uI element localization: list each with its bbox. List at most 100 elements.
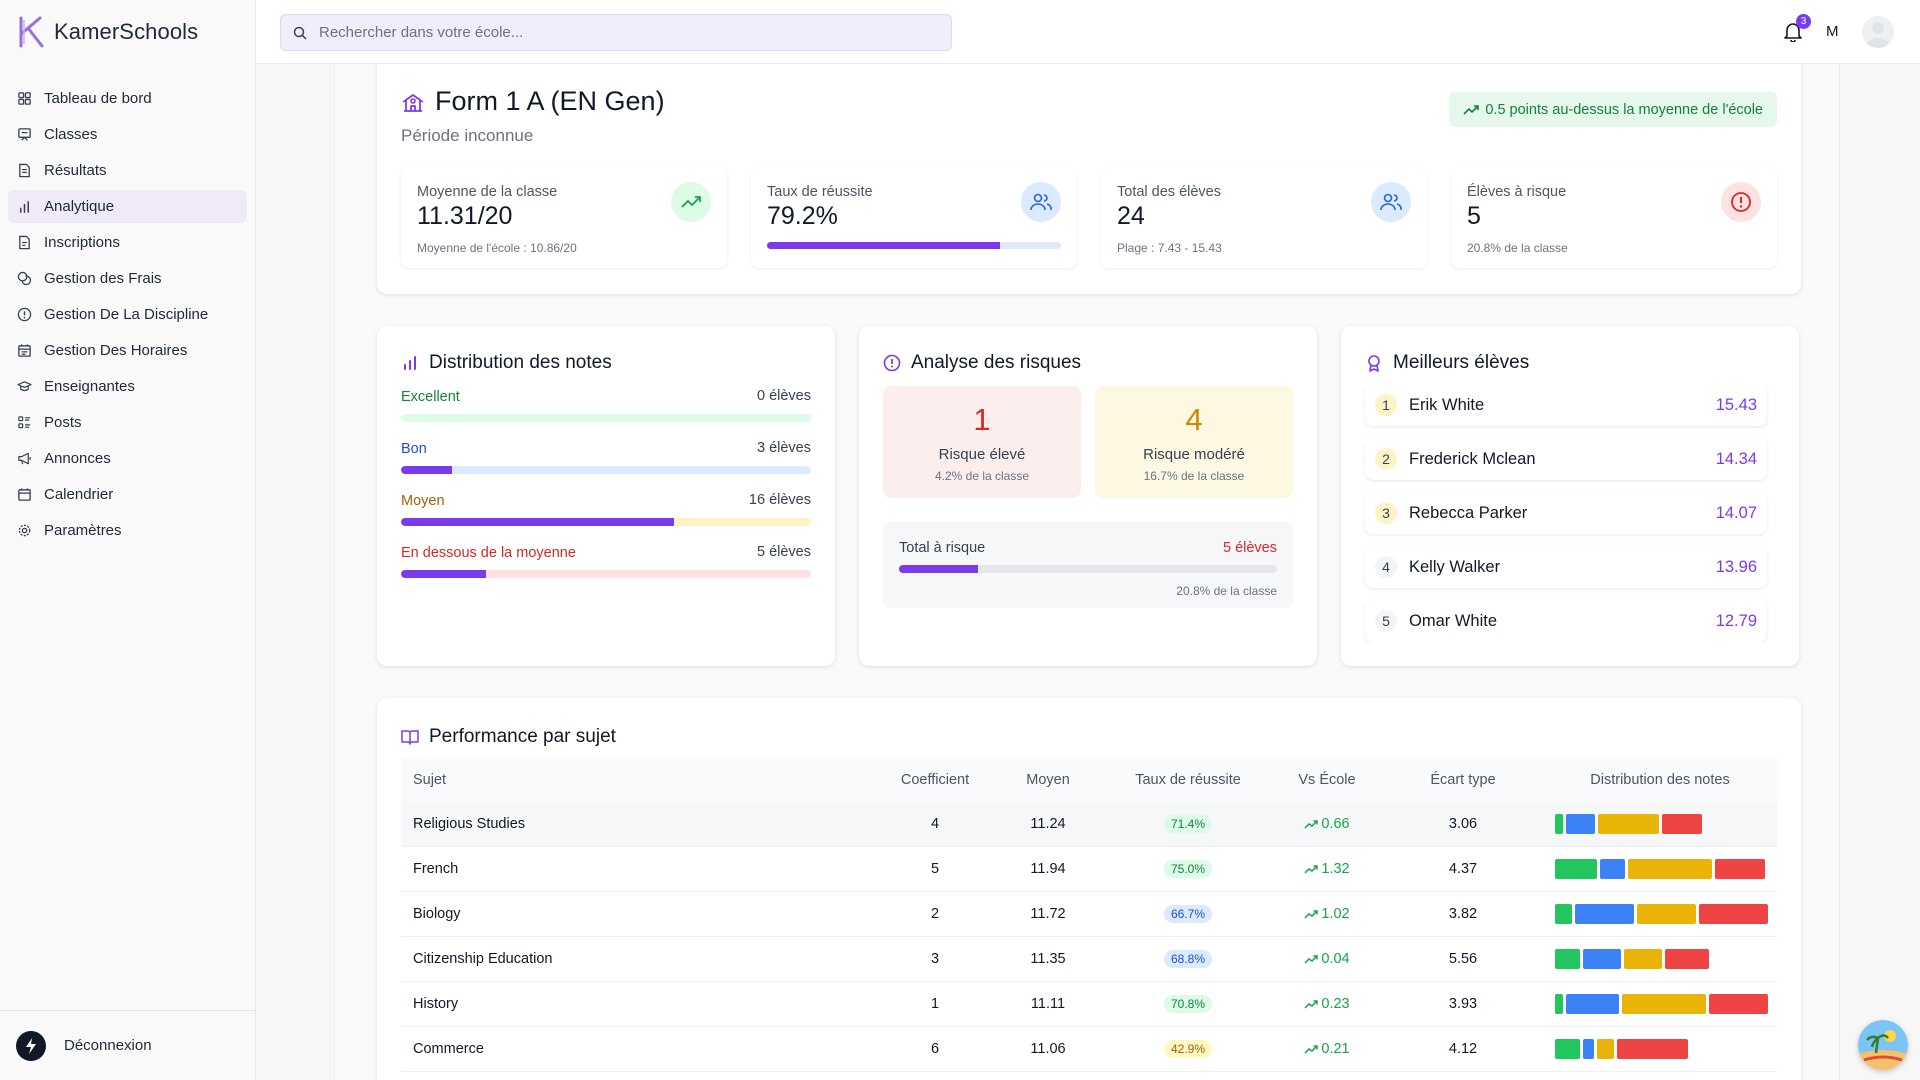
column-header[interactable]: Coefficient	[879, 772, 991, 788]
distribution-segment	[1624, 949, 1662, 969]
sidebar-item-enseignantes[interactable]: Enseignantes	[8, 370, 247, 403]
sidebar-nav: Tableau de bord Classes Résultats Analytiqu…	[0, 82, 255, 547]
user-avatar[interactable]	[1862, 16, 1894, 48]
sidebar-item-annonces[interactable]: Annonces	[8, 442, 247, 475]
vs-school-value: 0.23	[1321, 995, 1350, 1012]
student-name: Erik White	[1409, 395, 1485, 414]
student-score: 12.79	[1715, 611, 1757, 630]
stat-sub: Plage : 7.43 - 15.43	[1117, 241, 1222, 255]
logout-button[interactable]: Déconnexion	[0, 1010, 255, 1080]
coefficient-cell: 5	[930, 861, 940, 877]
stat-label: Taux de réussite	[767, 184, 873, 200]
std-dev-cell: 5.56	[1448, 951, 1478, 967]
sidebar-item-analytique[interactable]: Analytique	[8, 190, 247, 223]
pass-rate-pill: 70.8%	[1163, 995, 1213, 1013]
graduation-cap-icon	[16, 379, 32, 395]
sidebar-item-tableau-de-bord[interactable]: Tableau de bord	[8, 82, 247, 115]
sidebar-item-label: Classes	[44, 126, 98, 143]
trending-up-icon	[1304, 819, 1319, 829]
distribution-stacked-bar	[1555, 904, 1777, 924]
sidebar-item-calendrier[interactable]: Calendrier	[8, 478, 247, 511]
average-cell: 11.94	[1030, 861, 1066, 877]
topbar: 3 M	[256, 0, 1920, 64]
class-summary-card: Form 1 A (EN Gen) Période inconnue 0.5 p…	[377, 64, 1801, 294]
top-student-row[interactable]: 4 Kelly Walker 13.96	[1365, 546, 1767, 588]
search-bar[interactable]	[280, 14, 952, 51]
coins-icon	[16, 271, 32, 287]
pass-rate-cell: 70.8%	[1105, 995, 1271, 1013]
column-header[interactable]: Distribution des notes	[1543, 772, 1777, 788]
table-row[interactable]: Biology 2 11.72 66.7% 1.02 3.82	[401, 892, 1777, 937]
rank-badge: 5	[1375, 610, 1397, 632]
rank-badge: 4	[1375, 556, 1397, 578]
total-risk-value: 5 élèves	[1222, 540, 1277, 556]
trending-up-icon	[1304, 954, 1319, 964]
book-open-icon	[401, 730, 419, 745]
distribution-count: 3 élèves	[756, 440, 811, 456]
logout-icon	[16, 1030, 46, 1061]
column-header[interactable]: Taux de réussite	[1105, 772, 1271, 788]
top-student-row[interactable]: 5 Omar White 12.79	[1365, 600, 1767, 642]
brand[interactable]: KamerSchools	[0, 0, 255, 64]
std-dev-cell: 3.06	[1448, 816, 1478, 832]
student-name: Rebecca Parker	[1409, 503, 1528, 522]
student-score: 13.96	[1715, 557, 1757, 576]
sidebar-item-inscriptions[interactable]: Inscriptions	[8, 226, 247, 259]
users-icon	[1371, 182, 1411, 222]
table-row[interactable]: Citizenship Education 3 11.35 68.8% 0.04 5.56	[401, 937, 1777, 982]
sidebar-item-param-tres[interactable]: Paramètres	[8, 514, 247, 547]
sidebar-item-posts[interactable]: Posts	[8, 406, 247, 439]
pass-rate-pill: 68.8%	[1163, 950, 1213, 968]
distribution-stacked-bar	[1555, 1039, 1777, 1059]
table-row[interactable]: Religious Studies 4 11.24 71.4% 0.66 3.06	[401, 802, 1777, 847]
distribution-title: Distribution des notes	[429, 352, 612, 373]
brand-name: KamerSchools	[54, 19, 199, 44]
sidebar-item-gestion-des-frais[interactable]: Gestion des Frais	[8, 262, 247, 295]
high-risk-count: 1	[973, 402, 991, 437]
student-name: Frederick Mclean	[1409, 449, 1536, 468]
grid-icon	[16, 91, 32, 107]
sidebar-item-gestion-de-la-discipline[interactable]: Gestion De La Discipline	[8, 298, 247, 331]
subject-cell: Religious Studies	[413, 816, 526, 832]
sidebar-item-classes[interactable]: Classes	[8, 118, 247, 151]
distribution-segment	[1555, 904, 1572, 924]
sidebar-item-label: Gestion des Frais	[44, 270, 162, 287]
stat-at-risk: Élèves à risque 5 20.8% de la classe	[1451, 168, 1777, 268]
risk-analysis-card: Analyse des risques 1 Risque élevé 4.2% …	[859, 326, 1317, 666]
trending-up-icon	[1304, 909, 1319, 919]
top-students-title: Meilleurs élèves	[1393, 352, 1530, 373]
column-header[interactable]: Écart type	[1383, 772, 1543, 788]
student-name: Kelly Walker	[1409, 557, 1501, 576]
table-row[interactable]: Commerce 6 11.06 42.9% 0.21 4.12	[401, 1027, 1777, 1072]
search-input[interactable]	[319, 24, 919, 41]
top-student-row[interactable]: 2 Frederick Mclean 14.34	[1365, 438, 1767, 480]
user-initial[interactable]: M	[1826, 23, 1839, 40]
notification-badge: 3	[1796, 14, 1811, 29]
table-row[interactable]: History 1 11.11 70.8% 0.23 3.93	[401, 982, 1777, 1027]
table-row[interactable]: French 5 11.94 75.0% 1.32 4.37	[401, 847, 1777, 892]
distribution-bar-fill	[401, 466, 453, 474]
average-cell: 11.24	[1030, 816, 1066, 832]
distribution-segment	[1628, 859, 1712, 879]
top-student-row[interactable]: 3 Rebecca Parker 14.07	[1365, 492, 1767, 534]
coefficient-cell: 4	[930, 816, 940, 832]
class-title: Form 1 A (EN Gen)	[401, 86, 665, 117]
distribution-label: En dessous de la moyenne	[401, 545, 576, 561]
column-header[interactable]: Sujet	[401, 772, 879, 788]
top-student-row[interactable]: 1 Erik White 15.43	[1365, 384, 1767, 426]
vs-school-cell: 0.21	[1271, 1041, 1383, 1058]
vs-school-value: 0.21	[1321, 1040, 1350, 1057]
layout-list-icon	[16, 415, 32, 431]
pass-rate-bar	[767, 242, 1061, 249]
column-header[interactable]: Vs École	[1271, 772, 1383, 788]
std-dev-cell: 4.37	[1448, 861, 1478, 877]
sidebar-item-r-sultats[interactable]: Résultats	[8, 154, 247, 187]
column-header[interactable]: Moyen	[991, 772, 1105, 788]
assistant-fab-button[interactable]	[1858, 1020, 1908, 1070]
stat-value: 11.31/20	[417, 202, 513, 230]
pass-rate-cell: 42.9%	[1105, 1040, 1271, 1058]
sidebar-item-gestion-des-horaires[interactable]: Gestion Des Horaires	[8, 334, 247, 367]
student-score: 14.34	[1715, 449, 1757, 468]
moderate-risk-label: Risque modéré	[1143, 446, 1245, 463]
settings-icon	[16, 523, 32, 539]
